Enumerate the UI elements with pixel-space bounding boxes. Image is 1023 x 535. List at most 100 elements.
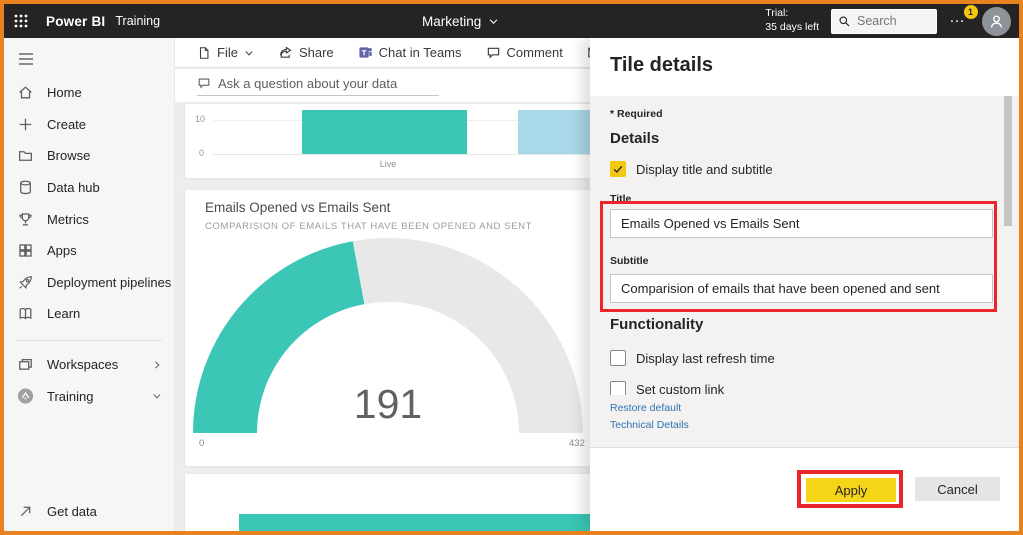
app-title: Power BI bbox=[46, 13, 106, 29]
apps-grid-icon bbox=[17, 242, 34, 259]
chat-label: Chat in Teams bbox=[378, 45, 462, 60]
database-icon bbox=[17, 179, 34, 196]
checkbox-unchecked-icon[interactable] bbox=[610, 350, 626, 366]
trial-status: Trial: 35 days left bbox=[765, 7, 819, 33]
refresh-time-checkbox-row[interactable]: Display last refresh time bbox=[610, 350, 775, 366]
qna-bubble-icon bbox=[197, 76, 211, 90]
waffle-menu-icon[interactable] bbox=[4, 4, 38, 38]
search-input[interactable] bbox=[857, 14, 927, 28]
share-icon bbox=[278, 45, 293, 60]
sidebar-item-label: Learn bbox=[47, 306, 81, 322]
y-axis-tick: 0 bbox=[199, 148, 205, 158]
hamburger-icon[interactable] bbox=[4, 44, 174, 74]
subtitle-input[interactable] bbox=[610, 274, 993, 303]
bar-segment-teal bbox=[302, 110, 467, 154]
gauge-subtitle: COMPARISION OF EMAILS THAT HAVE BEEN OPE… bbox=[205, 221, 532, 232]
apply-button[interactable]: Apply bbox=[806, 478, 896, 502]
sidebar-item-training-workspace[interactable]: Training bbox=[4, 380, 174, 412]
share-button[interactable]: Share bbox=[278, 45, 334, 60]
sidebar-item-label: Workspaces bbox=[47, 357, 119, 373]
plus-icon bbox=[17, 116, 34, 133]
chevron-right-icon bbox=[152, 360, 162, 370]
training-workspace-icon bbox=[17, 388, 34, 405]
checkbox-label: Display last refresh time bbox=[636, 350, 775, 366]
display-title-checkbox-row[interactable]: Display title and subtitle bbox=[610, 161, 773, 177]
breadcrumb-dropdown[interactable]: Marketing bbox=[422, 4, 499, 38]
sidebar-item-label: Deployment pipelines bbox=[47, 274, 172, 290]
panel-footer: Apply Cancel bbox=[590, 447, 1019, 531]
checkbox-checked-icon[interactable] bbox=[610, 161, 626, 177]
panel-body: * Required Details Display title and sub… bbox=[590, 96, 1019, 447]
sidebar-item-deployment-pipelines[interactable]: Deployment pipelines bbox=[4, 267, 174, 299]
folder-icon bbox=[17, 147, 34, 164]
book-icon bbox=[17, 305, 34, 322]
chat-in-teams-button[interactable]: Chat in Teams bbox=[358, 45, 462, 60]
sidebar-item-label: Get data bbox=[47, 503, 97, 519]
qna-placeholder: Ask a question about your data bbox=[218, 75, 398, 91]
restore-default-link[interactable]: Restore default bbox=[610, 402, 681, 414]
sidebar-item-label: Browse bbox=[47, 148, 91, 164]
breadcrumb: Marketing bbox=[422, 13, 482, 29]
sidebar-item-label: Apps bbox=[47, 243, 77, 259]
gauge-max-label: 432 bbox=[569, 438, 585, 449]
home-icon bbox=[17, 84, 34, 101]
app-frame: Power BI Training Marketing Trial: 35 da… bbox=[0, 0, 1023, 535]
panel-scroll-area: * Required Details Display title and sub… bbox=[590, 96, 1019, 395]
sidebar-item-label: Home bbox=[47, 85, 82, 101]
title-field-label: Title bbox=[610, 193, 632, 205]
technical-details-link[interactable]: Technical Details bbox=[610, 419, 689, 431]
chevron-down-icon bbox=[244, 48, 254, 58]
checkbox-label: Set custom link bbox=[636, 381, 725, 396]
sidebar-item-learn[interactable]: Learn bbox=[4, 298, 174, 330]
custom-link-checkbox-row[interactable]: Set custom link bbox=[610, 381, 724, 395]
sidebar-item-metrics[interactable]: Metrics bbox=[4, 203, 174, 235]
teams-icon bbox=[358, 45, 373, 60]
rocket-icon bbox=[17, 274, 34, 291]
sidebar-item-home[interactable]: Home bbox=[4, 77, 174, 109]
gauge-title: Emails Opened vs Emails Sent bbox=[205, 200, 391, 215]
sidebar-divider bbox=[16, 339, 162, 341]
details-heading: Details bbox=[610, 130, 660, 147]
search-box[interactable] bbox=[831, 8, 937, 34]
sidebar-item-apps[interactable]: Apps bbox=[4, 235, 174, 267]
gauge-min-label: 0 bbox=[199, 438, 205, 449]
trophy-icon bbox=[17, 211, 34, 228]
file-menu[interactable]: File bbox=[197, 45, 254, 60]
file-icon bbox=[197, 46, 211, 60]
panel-scrollbar[interactable] bbox=[1004, 96, 1012, 226]
comment-label: Comment bbox=[506, 45, 563, 60]
title-input[interactable] bbox=[610, 209, 993, 238]
checkbox-unchecked-icon[interactable] bbox=[610, 381, 626, 395]
gauge-chart: 191 bbox=[193, 238, 583, 434]
sidebar-item-data-hub[interactable]: Data hub bbox=[4, 172, 174, 204]
cancel-button[interactable]: Cancel bbox=[915, 477, 1000, 501]
comment-icon bbox=[486, 45, 501, 60]
x-axis-label: Live bbox=[379, 159, 397, 169]
avatar[interactable] bbox=[982, 6, 1011, 36]
gauge-value: 191 bbox=[353, 381, 423, 427]
search-icon bbox=[838, 15, 851, 28]
workspaces-icon bbox=[17, 356, 34, 373]
top-navbar: Power BI Training Marketing Trial: 35 da… bbox=[4, 4, 1019, 38]
sidebar-item-label: Create bbox=[47, 116, 87, 132]
tile-details-panel: Tile details * Required Details Display … bbox=[590, 38, 1019, 531]
chevron-down-icon bbox=[488, 16, 499, 27]
sidebar-item-label: Training bbox=[47, 388, 94, 404]
panel-title: Tile details bbox=[610, 54, 714, 76]
sidebar-item-browse[interactable]: Browse bbox=[4, 140, 174, 172]
sidebar-item-get-data[interactable]: Get data bbox=[4, 495, 174, 527]
chevron-down-icon bbox=[152, 391, 162, 401]
subtitle-field-label: Subtitle bbox=[610, 255, 649, 267]
left-sidebar: Home Create Browse Data hub Metrics Apps bbox=[4, 38, 175, 531]
comment-button[interactable]: Comment bbox=[486, 45, 563, 60]
y-axis-tick: 10 bbox=[195, 114, 206, 124]
notification-badge: 1 bbox=[964, 5, 978, 19]
sidebar-item-create[interactable]: Create bbox=[4, 109, 174, 141]
sidebar-item-label: Data hub bbox=[47, 180, 100, 196]
sidebar-item-workspaces[interactable]: Workspaces bbox=[4, 349, 174, 381]
share-label: Share bbox=[298, 45, 334, 60]
more-options-button[interactable]: … 1 bbox=[949, 5, 978, 33]
sidebar-item-label: Metrics bbox=[47, 211, 89, 227]
checkbox-label: Display title and subtitle bbox=[636, 161, 773, 177]
file-menu-label: File bbox=[217, 45, 238, 60]
